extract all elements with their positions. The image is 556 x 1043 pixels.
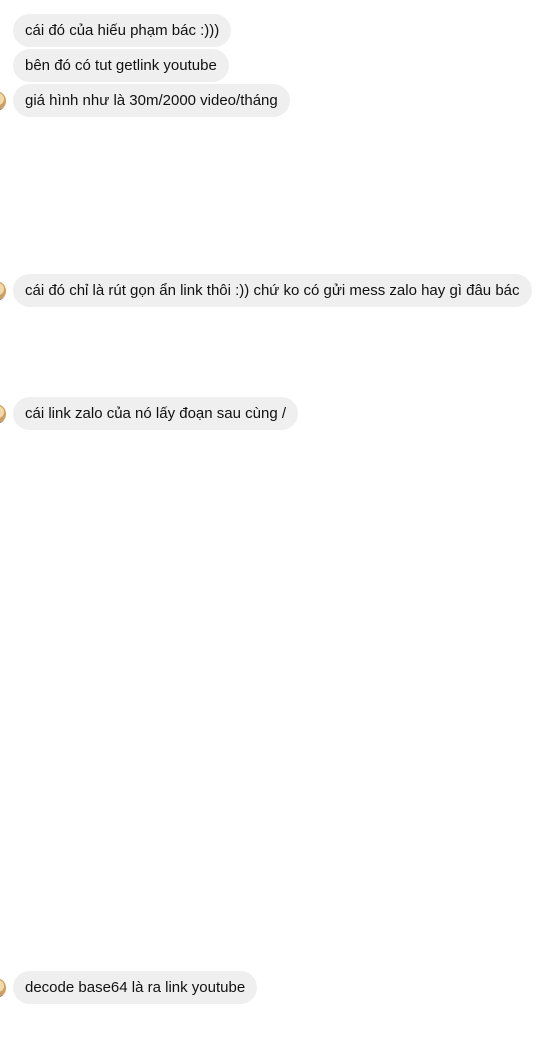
message-bubble[interactable]: cái đó chỉ là rút gọn ẩn link thôi :)) c… [13, 274, 532, 307]
sender-avatar[interactable] [0, 978, 6, 998]
message-bubble[interactable]: decode base64 là ra link youtube [13, 971, 258, 1004]
message-bubble[interactable]: giá hình như là 30m/2000 video/tháng [13, 84, 290, 117]
chat-thread: cái đó của hiếu phạm bác :))) bên đó có … [0, 0, 556, 1043]
sender-avatar[interactable] [0, 91, 6, 111]
message-bubble[interactable]: cái link zalo của nó lấy đoạn sau cùng / [13, 397, 298, 430]
message-bubble[interactable]: cái đó của hiếu phạm bác :))) [13, 14, 232, 47]
message-bubble[interactable]: bên đó có tut getlink youtube [13, 49, 229, 82]
sender-avatar[interactable] [0, 404, 6, 424]
sender-avatar[interactable] [0, 281, 6, 301]
